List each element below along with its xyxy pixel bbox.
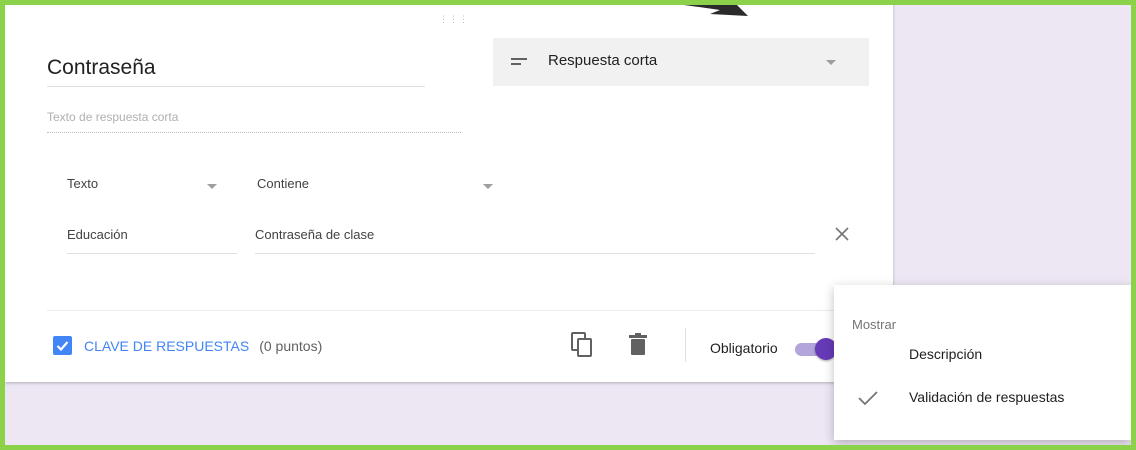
footer-separator — [685, 328, 686, 362]
chevron-down-icon — [207, 184, 217, 189]
chevron-down-icon — [826, 60, 836, 65]
menu-item-response-validation[interactable]: Validación de respuestas — [834, 378, 1131, 418]
validation-category-label: Texto — [67, 176, 99, 191]
assignment-check-icon — [53, 336, 72, 355]
required-label: Obligatorio — [710, 340, 778, 356]
menu-item-label: Descripción — [909, 346, 983, 362]
menu-item-description[interactable]: Descripción — [834, 335, 1131, 375]
drag-handle-icon[interactable]: ⋮⋮⋮ — [439, 14, 469, 25]
points-label: (0 puntos) — [259, 337, 323, 354]
question-type-label: Respuesta corta — [548, 52, 658, 69]
more-options-menu: Mostrar Descripción Validación de respue… — [834, 285, 1131, 440]
question-title-input[interactable]: Contraseña — [47, 56, 425, 87]
short-answer-preview: Texto de respuesta corta — [47, 110, 461, 133]
validation-category-dropdown[interactable]: Texto — [67, 176, 227, 200]
question-card: ⋮⋮⋮ Contraseña Respuesta corta Texto de … — [5, 0, 893, 382]
chevron-down-icon — [483, 184, 493, 189]
short-text-icon — [511, 58, 527, 65]
validation-condition-dropdown[interactable]: Contiene — [257, 176, 507, 200]
required-toggle[interactable] — [795, 338, 837, 360]
menu-header: Mostrar — [852, 317, 897, 332]
arrow-pointer-icon — [640, 0, 748, 16]
question-type-dropdown[interactable]: Respuesta corta — [493, 38, 869, 86]
menu-item-label: Validación de respuestas — [909, 389, 1065, 405]
footer-divider — [47, 310, 893, 311]
close-icon[interactable] — [834, 226, 850, 242]
checkmark-icon — [858, 391, 878, 406]
duplicate-icon[interactable] — [571, 332, 593, 358]
answer-key-link[interactable]: CLAVE DE RESPUESTAS (0 puntos) — [53, 336, 322, 355]
trash-icon[interactable] — [629, 333, 647, 355]
validation-text-input[interactable]: Educación — [67, 227, 237, 254]
custom-error-input[interactable]: Contraseña de clase — [255, 227, 815, 254]
validation-condition-label: Contiene — [257, 176, 310, 191]
answer-key-label: CLAVE DE RESPUESTAS — [84, 337, 250, 354]
